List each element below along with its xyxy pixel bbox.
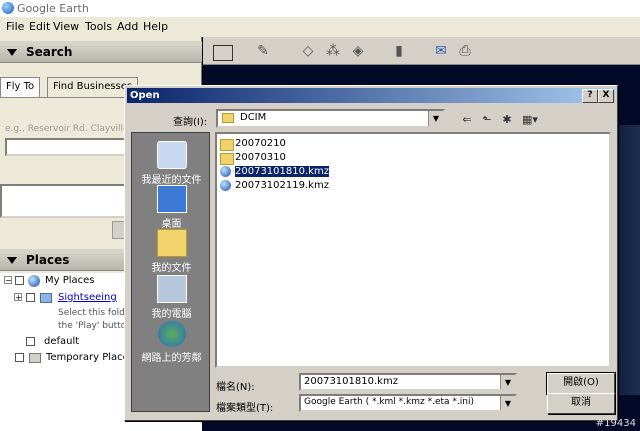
email-icon[interactable]: ✉ (431, 41, 451, 61)
ruler-icon[interactable]: ▮ (389, 41, 409, 61)
print-icon[interactable]: ⎙ (455, 41, 475, 61)
place-network-label: 網路上的芳鄰 (141, 353, 202, 364)
help-button[interactable]: ? (582, 89, 598, 103)
menu-view[interactable]: View (53, 20, 79, 33)
open-dialog: Open ? X 查詢(I): DCIM ▼ ⇐ ⬑ ✱ ▦▾ 我最近的文件 桌… (124, 85, 618, 421)
chevron-down-icon[interactable]: ▼ (500, 375, 515, 389)
search-panel-header[interactable]: Search (0, 41, 202, 63)
folder-icon (220, 153, 234, 165)
open-button[interactable]: 開啟(O) (546, 372, 616, 395)
place-network[interactable]: 網路上的芳鄰 (132, 321, 211, 364)
chevron-down-icon[interactable]: ▼ (500, 396, 515, 410)
file-name: 20070310 (235, 152, 286, 163)
dialog-title-bar[interactable]: Open ? X (127, 88, 615, 103)
place-desktop[interactable]: 桌面 (132, 185, 211, 230)
list-item[interactable]: 20070310 (219, 151, 286, 165)
places-item-sightseeing[interactable]: Sightseeing (58, 292, 117, 303)
collapse-triangle-icon[interactable] (7, 257, 17, 264)
app-title-bar: Google Earth (0, 0, 640, 17)
filetype-select[interactable]: Google Earth ( *.kml *.kmz *.eta *.ini) … (299, 394, 517, 412)
places-item-default[interactable]: default (44, 336, 79, 347)
chevron-down-icon[interactable]: ▼ (428, 111, 443, 126)
folder-icon (40, 293, 52, 303)
menu-add[interactable]: Add (117, 20, 138, 33)
sightseeing-description-line1: Select this folde (58, 308, 131, 318)
tab-fly-to[interactable]: Fly To (0, 77, 41, 98)
file-name-selected: 20073101810.kmz (234, 165, 330, 178)
menu-tools[interactable]: Tools (85, 20, 112, 33)
expand-icon[interactable]: − (4, 276, 12, 285)
add-placemark-icon[interactable]: ✎ (253, 41, 273, 61)
look-in-label: 查詢(I): (173, 117, 208, 128)
kmz-file-icon (220, 180, 231, 191)
checkbox[interactable] (26, 337, 35, 346)
list-item[interactable]: 20070210 (219, 137, 286, 151)
place-my-documents[interactable]: 我的文件 (132, 229, 211, 274)
place-my-documents-label: 我的文件 (151, 263, 192, 274)
place-recent[interactable]: 我最近的文件 (132, 141, 211, 186)
dialog-title: Open (130, 90, 160, 101)
file-name: 20073102119.kmz (235, 180, 329, 191)
my-documents-icon (156, 229, 187, 257)
globe-icon (28, 275, 40, 287)
filetype-value: Google Earth ( *.kml *.kmz *.eta *.ini) (304, 397, 474, 407)
my-computer-icon (156, 275, 187, 303)
folder-icon (29, 353, 41, 363)
network-icon (157, 321, 186, 347)
desktop-icon (156, 185, 187, 213)
filename-label: 檔名(N): (216, 382, 255, 393)
places-item-temporary-places[interactable]: Temporary Places (46, 352, 134, 363)
menu-edit[interactable]: Edit (29, 20, 50, 33)
add-polygon-icon[interactable]: ◇ (298, 41, 318, 61)
recent-docs-icon (156, 141, 187, 169)
menu-help[interactable]: Help (143, 20, 168, 33)
filename-value: 20073101810.kmz (304, 376, 398, 387)
search-panel-title: Search (26, 45, 73, 59)
file-list[interactable]: 20070210 20070310 20073101810.kmz 200731… (215, 132, 611, 368)
place-my-computer-label: 我的電腦 (151, 309, 192, 320)
menu-bar: File Edit View Tools Add Help (0, 17, 640, 37)
cancel-button[interactable]: 取消 (547, 393, 615, 414)
watermark: #19434 (595, 418, 636, 429)
place-my-computer[interactable]: 我的電腦 (132, 275, 211, 320)
file-name: 20070210 (235, 138, 286, 149)
sidebar-toggle-icon[interactable] (213, 45, 233, 61)
sightseeing-description-line2: the 'Play' button (58, 321, 132, 331)
list-item[interactable]: 20073102119.kmz (219, 179, 329, 193)
places-bar: 我最近的文件 桌面 我的文件 我的電腦 網路上的芳鄰 (131, 132, 210, 412)
collapse-triangle-icon[interactable] (7, 49, 17, 56)
look-in-value: DCIM (240, 112, 267, 123)
places-panel-title: Places (26, 253, 70, 267)
search-hint: e.g., Reservoir Rd. Clayville (5, 124, 129, 134)
toolbar: ✎ ◇ ⁂ ◈ ▮ ✉ ⎙ (203, 37, 640, 65)
close-button[interactable]: X (598, 89, 614, 103)
checkbox[interactable] (15, 353, 24, 362)
add-path-icon[interactable]: ⁂ (323, 41, 343, 61)
folder-icon (222, 113, 234, 123)
up-folder-icon[interactable]: ⬑ (479, 112, 495, 128)
places-item-my-places[interactable]: My Places (45, 275, 95, 286)
filetype-label: 檔案類型(T): (216, 403, 274, 414)
add-overlay-icon[interactable]: ◈ (348, 41, 368, 61)
menu-file[interactable]: File (6, 20, 24, 33)
folder-icon (220, 139, 234, 151)
look-in-combo[interactable]: DCIM ▼ (216, 109, 445, 128)
expand-icon[interactable]: + (14, 293, 22, 302)
kmz-file-icon (220, 166, 231, 177)
google-earth-logo-icon (2, 2, 14, 14)
new-folder-icon[interactable]: ✱ (499, 112, 515, 128)
checkbox[interactable] (15, 276, 24, 285)
list-item[interactable]: 20073101810.kmz (219, 165, 330, 179)
checkbox[interactable] (26, 293, 35, 302)
view-menu-icon[interactable]: ▦▾ (519, 112, 541, 128)
filename-input[interactable]: 20073101810.kmz ▼ (299, 373, 517, 391)
app-title: Google Earth (17, 2, 89, 15)
back-arrow-icon[interactable]: ⇐ (459, 112, 475, 128)
